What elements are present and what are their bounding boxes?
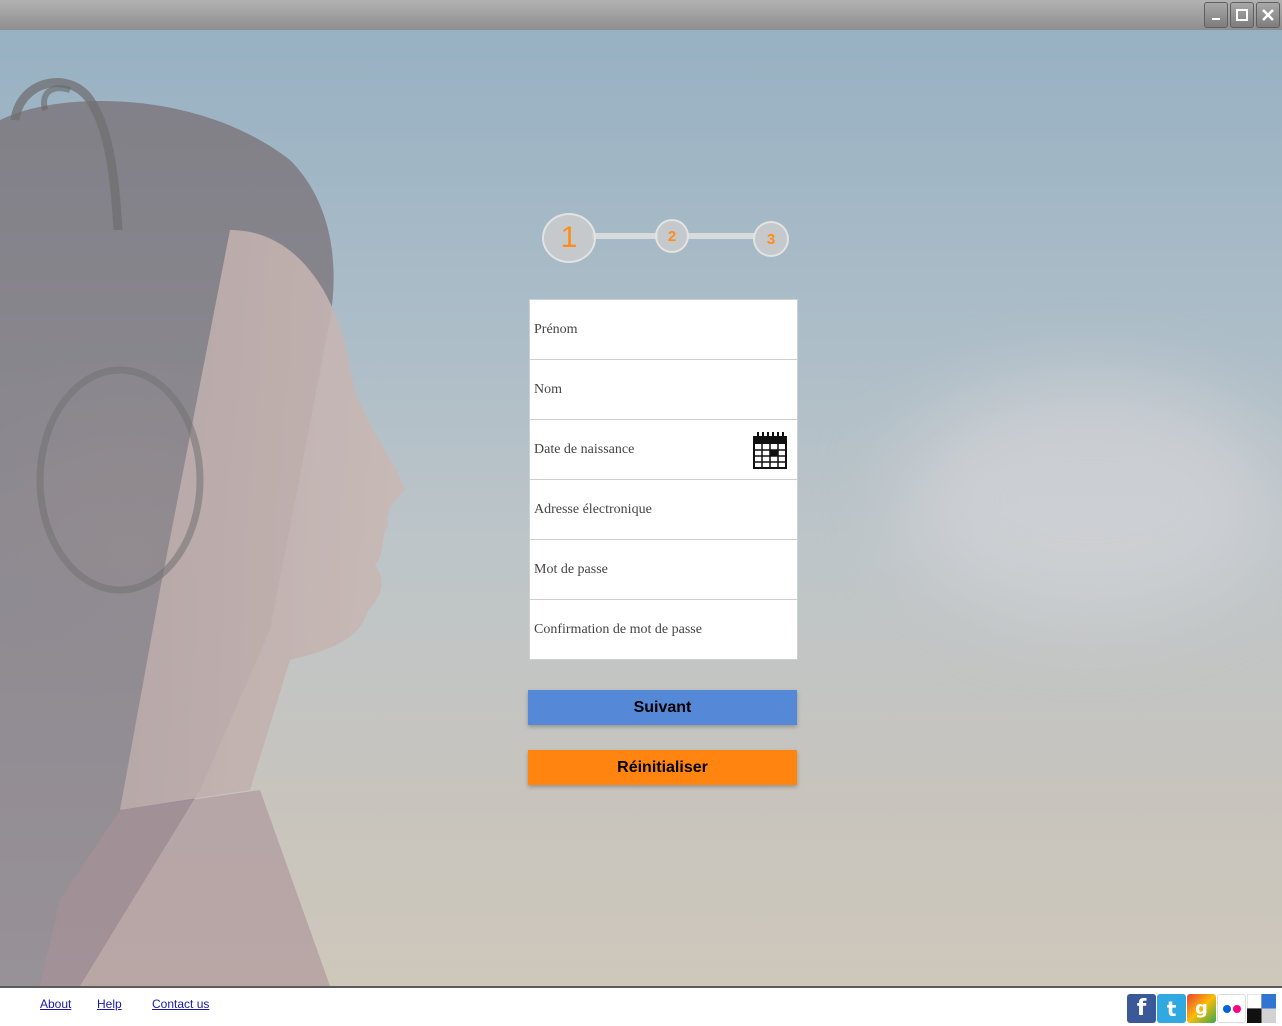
- lastname-input[interactable]: [530, 360, 797, 419]
- confirm-password-input[interactable]: [530, 600, 797, 659]
- google-icon[interactable]: g: [1187, 994, 1216, 1023]
- window-titlebar: [0, 0, 1282, 30]
- lastname-field-row: [530, 360, 797, 420]
- calendar-icon[interactable]: [753, 431, 787, 469]
- email-field-row: [530, 480, 797, 540]
- progress-line: [592, 233, 658, 239]
- firstname-input[interactable]: [530, 300, 797, 359]
- minimize-icon[interactable]: [1204, 2, 1228, 28]
- social-links: f t g: [1127, 994, 1276, 1023]
- contact-link[interactable]: Contact us: [152, 997, 209, 1011]
- email-input[interactable]: [530, 480, 797, 539]
- confirm-password-field-row: [530, 600, 797, 659]
- step-progress: 1 2 3: [542, 213, 792, 265]
- maximize-icon[interactable]: [1230, 2, 1254, 28]
- step-3[interactable]: 3: [753, 221, 789, 257]
- delicious-icon[interactable]: [1247, 994, 1276, 1023]
- footer: About Help Contact us f t g: [0, 986, 1282, 1026]
- progress-line: [687, 233, 755, 239]
- password-field-row: [530, 540, 797, 600]
- next-button[interactable]: Suivant: [528, 690, 797, 725]
- facebook-icon[interactable]: f: [1127, 994, 1156, 1023]
- birthdate-field-row: [530, 420, 797, 480]
- window-controls: [1204, 2, 1280, 28]
- help-link[interactable]: Help: [97, 997, 122, 1011]
- step-1[interactable]: 1: [542, 213, 596, 263]
- twitter-icon[interactable]: t: [1157, 994, 1186, 1023]
- about-link[interactable]: About: [40, 997, 71, 1011]
- flickr-icon[interactable]: [1217, 994, 1246, 1023]
- close-icon[interactable]: [1256, 2, 1280, 28]
- firstname-field-row: [530, 300, 797, 360]
- step-2[interactable]: 2: [655, 219, 689, 253]
- password-input[interactable]: [530, 540, 797, 599]
- reset-button[interactable]: Réinitialiser: [528, 750, 797, 785]
- registration-form: [529, 299, 798, 660]
